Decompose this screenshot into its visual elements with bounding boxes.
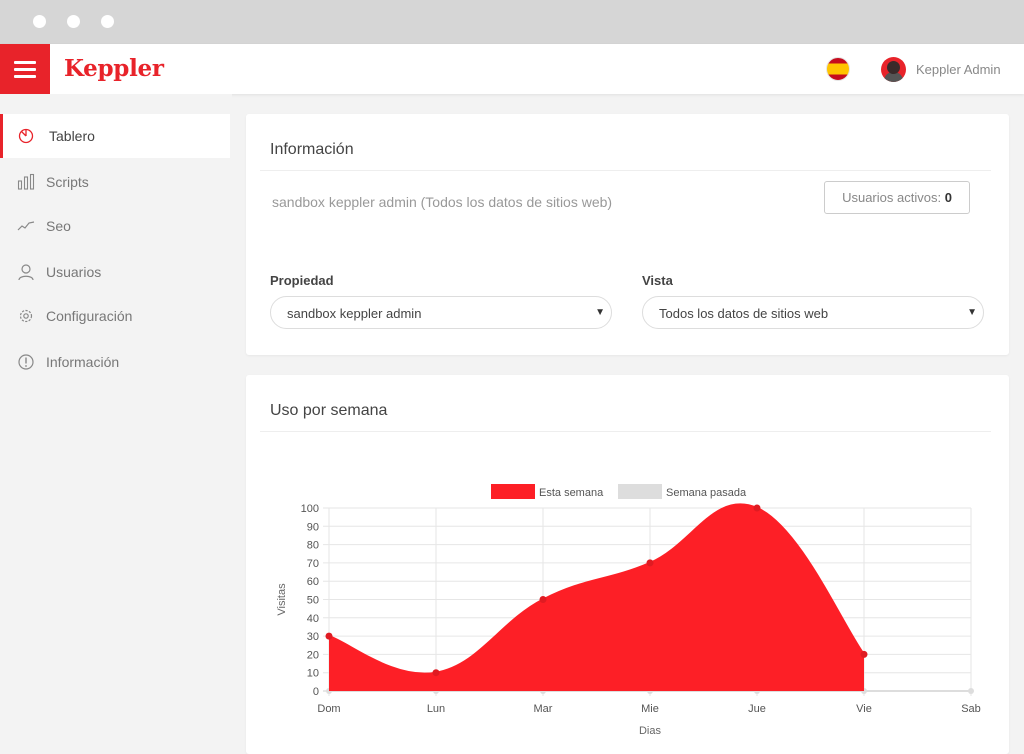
- x-tick-label: Jue: [748, 703, 766, 715]
- y-tick-label: 10: [307, 668, 319, 680]
- y-tick-label: 100: [301, 503, 319, 515]
- weekly-usage-chart: 0 10 20 30 40 50 60 70 80 90 100 Dom Lun Mar Mie Jue Vie…: [276, 484, 981, 737]
- legend-swatch: [491, 484, 535, 499]
- y-tick-label: 90: [307, 521, 319, 533]
- x-tick-label: Vie: [856, 703, 872, 715]
- legend-label: Esta semana: [539, 487, 604, 499]
- y-tick-label: 60: [307, 576, 319, 588]
- data-point-esta-semana: [860, 650, 868, 658]
- data-point-esta-semana: [539, 596, 547, 603]
- y-tick-label: 0: [313, 686, 319, 698]
- data-point-esta-semana: [325, 632, 333, 640]
- legend-label: Semana pasada: [666, 487, 747, 499]
- x-tick-label: Sab: [961, 703, 981, 715]
- x-axis-title: Dias: [639, 725, 662, 737]
- data-point-esta-semana: [432, 669, 440, 677]
- x-tick-label: Lun: [427, 703, 445, 715]
- y-tick-label: 20: [307, 649, 319, 661]
- y-tick-label: 30: [307, 631, 319, 643]
- y-tick-label: 70: [307, 558, 319, 570]
- data-point-esta-semana: [646, 559, 654, 567]
- legend-swatch: [618, 484, 662, 499]
- data-point-semana-pasada: [968, 688, 974, 694]
- data-point-esta-semana: [753, 504, 761, 512]
- y-tick-label: 50: [307, 595, 319, 607]
- y-tick-label: 40: [307, 613, 319, 625]
- x-tick-label: Mie: [641, 703, 659, 715]
- x-tick-label: Mar: [534, 703, 553, 715]
- x-tick-label: Dom: [317, 703, 340, 715]
- y-tick-label: 80: [307, 540, 319, 552]
- y-axis-title: Visitas: [276, 583, 288, 616]
- series-area-esta-semana: [329, 504, 864, 691]
